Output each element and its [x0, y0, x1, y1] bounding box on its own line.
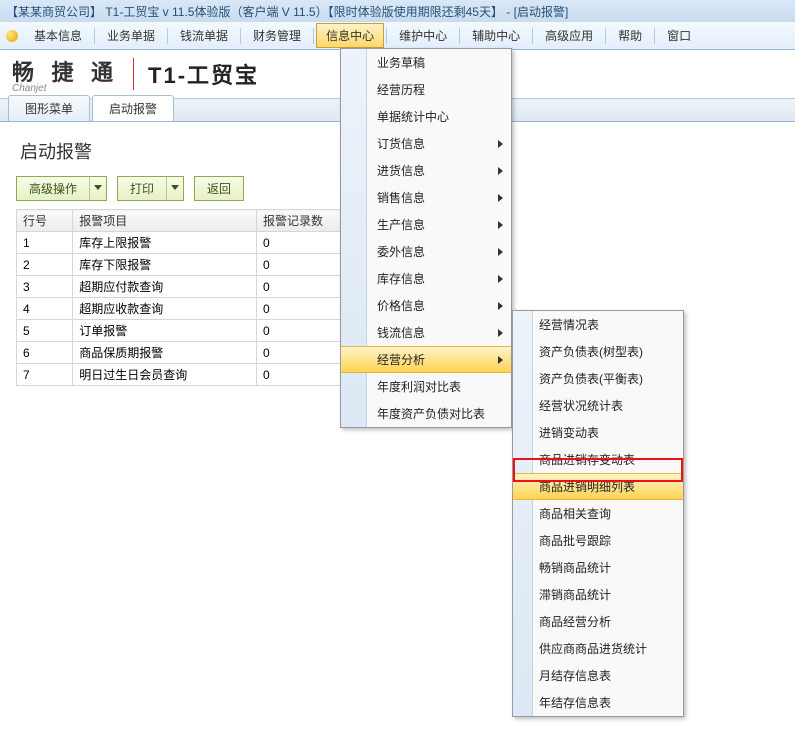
- grid-header[interactable]: 报警项目: [73, 210, 257, 232]
- grid-header[interactable]: 行号: [17, 210, 73, 232]
- table-cell: 超期应收款查询: [73, 298, 257, 320]
- dropdown-item[interactable]: 进销变动表: [513, 419, 683, 446]
- dropdown-item[interactable]: 订货信息: [341, 130, 511, 157]
- print-button[interactable]: 打印: [117, 176, 166, 201]
- print-dropdown-arrow[interactable]: [166, 176, 184, 201]
- menu-business-doc[interactable]: 业务单据: [97, 23, 165, 48]
- table-cell: 明日过生日会员查询: [73, 364, 257, 386]
- table-cell: 商品保质期报警: [73, 342, 257, 364]
- table-cell: 库存上限报警: [73, 232, 257, 254]
- dropdown-item[interactable]: 销售信息: [341, 184, 511, 211]
- menu-cashflow-doc[interactable]: 钱流单据: [170, 23, 238, 48]
- dropdown-item[interactable]: 生产信息: [341, 211, 511, 238]
- dropdown-item[interactable]: 经营情况表: [513, 311, 683, 338]
- dropdown-item[interactable]: 商品相关查询: [513, 500, 683, 527]
- menu-assist[interactable]: 辅助中心: [462, 23, 530, 48]
- chevron-down-icon: [171, 185, 179, 190]
- dropdown-item[interactable]: 商品批号跟踪: [513, 527, 683, 554]
- table-cell: 3: [17, 276, 73, 298]
- menu-finance[interactable]: 财务管理: [243, 23, 311, 48]
- tab-startup-alarm[interactable]: 启动报警: [92, 95, 174, 121]
- advanced-button[interactable]: 高级操作: [16, 176, 89, 201]
- table-cell: 5: [17, 320, 73, 342]
- dropdown-item[interactable]: 单据统计中心: [341, 103, 511, 130]
- logo-brand: 畅 捷 通: [12, 60, 119, 85]
- window-titlebar: 【某某商贸公司】 T1-工贸宝 v 11.5体验版（客户端 V 11.5）【限时…: [0, 0, 795, 22]
- table-cell: 1: [17, 232, 73, 254]
- dropdown-item[interactable]: 资产负债表(平衡表): [513, 365, 683, 392]
- tab-graphic-menu[interactable]: 图形菜单: [8, 95, 90, 121]
- back-button[interactable]: 返回: [194, 176, 244, 201]
- table-cell: 库存下限报警: [73, 254, 257, 276]
- logo-divider: [133, 58, 134, 90]
- table-cell: 订单报警: [73, 320, 257, 342]
- table-cell: 4: [17, 298, 73, 320]
- dropdown-item[interactable]: 经营分析: [341, 346, 511, 373]
- advanced-button-group: 高级操作: [16, 176, 107, 201]
- menu-window[interactable]: 窗口: [657, 23, 701, 48]
- dropdown-item[interactable]: 商品经营分析: [513, 608, 683, 635]
- dropdown-item[interactable]: 价格信息: [341, 292, 511, 319]
- dropdown-item[interactable]: 商品进销存变动表: [513, 446, 683, 473]
- table-cell: 7: [17, 364, 73, 386]
- table-cell: 6: [17, 342, 73, 364]
- dropdown-item[interactable]: 委外信息: [341, 238, 511, 265]
- table-cell: 超期应付款查询: [73, 276, 257, 298]
- print-button-group: 打印: [117, 176, 184, 201]
- dropdown-item[interactable]: 畅销商品统计: [513, 554, 683, 581]
- menu-info-center[interactable]: 信息中心: [316, 23, 384, 48]
- dropdown-item[interactable]: 供应商商品进货统计: [513, 635, 683, 662]
- dropdown-item[interactable]: 滞销商品统计: [513, 581, 683, 608]
- advanced-dropdown-arrow[interactable]: [89, 176, 107, 201]
- dropdown-item[interactable]: 资产负债表(树型表): [513, 338, 683, 365]
- chevron-down-icon: [94, 185, 102, 190]
- info-center-dropdown: 业务草稿经营历程单据统计中心订货信息进货信息销售信息生产信息委外信息库存信息价格…: [340, 48, 512, 428]
- dropdown-item[interactable]: 库存信息: [341, 265, 511, 292]
- menu-advanced[interactable]: 高级应用: [535, 23, 603, 48]
- dropdown-item[interactable]: 年度利润对比表: [341, 373, 511, 400]
- dropdown-item[interactable]: 钱流信息: [341, 319, 511, 346]
- logo-product: T1-工贸宝: [148, 58, 259, 90]
- dropdown-item[interactable]: 经营状况统计表: [513, 392, 683, 419]
- menu-basic-info[interactable]: 基本信息: [24, 23, 92, 48]
- table-cell: 2: [17, 254, 73, 276]
- business-analysis-submenu: 经营情况表资产负债表(树型表)资产负债表(平衡表)经营状况统计表进销变动表商品进…: [512, 310, 684, 717]
- dropdown-item[interactable]: 年度资产负债对比表: [341, 400, 511, 427]
- dropdown-item[interactable]: 商品进销明细列表: [513, 473, 683, 500]
- main-menubar: 基本信息 业务单据 钱流单据 财务管理 信息中心 维护中心 辅助中心 高级应用 …: [0, 22, 795, 50]
- dropdown-item[interactable]: 业务草稿: [341, 49, 511, 76]
- dropdown-item[interactable]: 年结存信息表: [513, 689, 683, 716]
- menu-help[interactable]: 帮助: [608, 23, 652, 48]
- dropdown-item[interactable]: 经营历程: [341, 76, 511, 103]
- menu-maintain[interactable]: 维护中心: [389, 23, 457, 48]
- dropdown-item[interactable]: 月结存信息表: [513, 662, 683, 689]
- app-icon: [6, 30, 18, 42]
- dropdown-item[interactable]: 进货信息: [341, 157, 511, 184]
